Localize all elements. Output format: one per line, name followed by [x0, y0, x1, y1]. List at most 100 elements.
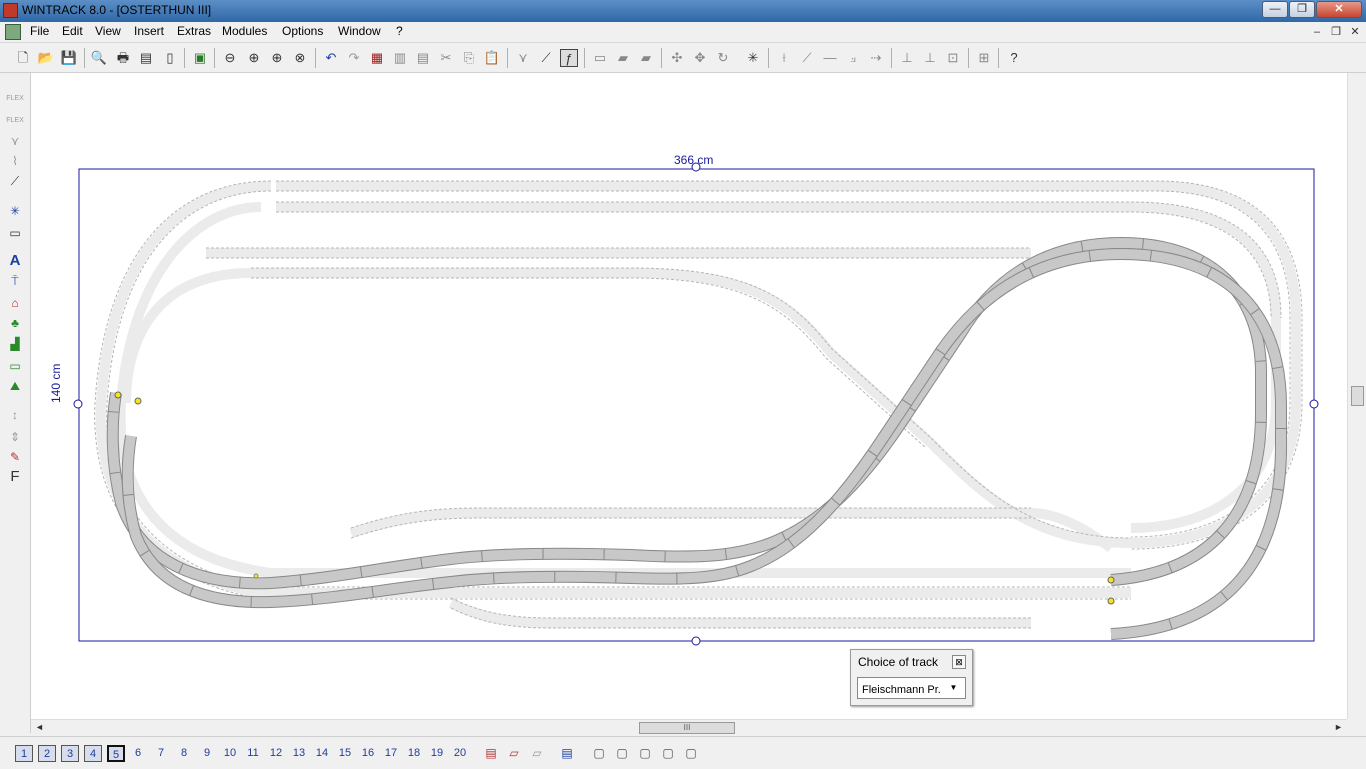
height-icon[interactable]: ↕ — [5, 407, 25, 423]
menu-help[interactable]: ? — [396, 24, 403, 38]
layer-button-16[interactable]: 16 — [359, 745, 377, 762]
zoom-out-icon[interactable]: ⊖ — [221, 49, 239, 67]
layer-button-18[interactable]: 18 — [405, 745, 423, 762]
layer-button-13[interactable]: 13 — [290, 745, 308, 762]
baseboard-handle[interactable] — [691, 636, 701, 646]
layer-icon[interactable]: ▭ — [591, 49, 609, 67]
curve-icon[interactable]: ⟋ — [537, 49, 555, 67]
menu-extras[interactable]: Extras — [177, 24, 211, 38]
layer-button-11[interactable]: 11 — [244, 745, 262, 762]
text-icon[interactable]: A — [5, 253, 25, 269]
layer-edit-icon[interactable]: ▱ — [505, 745, 523, 762]
picture-icon[interactable]: ▣ — [191, 49, 209, 67]
view-1-icon[interactable]: ▢ — [590, 745, 608, 762]
stairs-icon[interactable]: ▟ — [5, 336, 25, 352]
flex-track-icon[interactable]: FLEX — [5, 91, 25, 107]
track-end-marker[interactable] — [114, 391, 122, 399]
layer-button-6[interactable]: 6 — [129, 745, 147, 762]
print-icon[interactable]: 🖶 — [114, 49, 132, 67]
bridge-icon[interactable]: ⌇ — [5, 153, 25, 169]
track-end-marker[interactable] — [1107, 576, 1115, 584]
join-icon[interactable]: ⟋ — [798, 49, 816, 67]
zoom-window-icon[interactable]: ⊕ — [268, 49, 286, 67]
arrow-icon[interactable]: ⇢ — [867, 49, 885, 67]
track-end-marker[interactable] — [134, 397, 142, 405]
flex-track-icon[interactable]: FLEX — [5, 113, 25, 129]
track-end-marker[interactable] — [1107, 597, 1115, 605]
stack-icon[interactable]: ▰ — [614, 49, 632, 67]
horizontal-scrollbar[interactable]: ◄ III ► — [31, 719, 1347, 736]
view-2-icon[interactable]: ▢ — [613, 745, 631, 762]
track-system-select[interactable]: Fleischmann Pr... ▼ — [857, 677, 966, 699]
branch-icon[interactable]: ⟓ — [844, 49, 862, 67]
restore-button[interactable]: ❐ — [1289, 1, 1315, 18]
move-icon[interactable]: ✥ — [691, 49, 709, 67]
layer-button-19[interactable]: 19 — [428, 745, 446, 762]
parts-list-icon[interactable]: ▦ — [368, 49, 386, 67]
vertical-scrollbar[interactable] — [1347, 73, 1366, 719]
layer-button-1[interactable]: 1 — [15, 745, 33, 762]
menu-modules[interactable]: Modules — [222, 24, 267, 38]
menu-file[interactable]: File — [30, 24, 49, 38]
minimize-button[interactable]: — — [1262, 1, 1288, 18]
vertical-scroll-thumb[interactable] — [1351, 386, 1364, 406]
align-icon[interactable]: ⊡ — [944, 49, 962, 67]
paste-page-icon[interactable]: ▤ — [414, 49, 432, 67]
layer-button-14[interactable]: 14 — [313, 745, 331, 762]
baseboard-handle[interactable] — [73, 399, 83, 409]
layer-button-10[interactable]: 10 — [221, 745, 239, 762]
insert-track-icon[interactable]: ✳ — [5, 203, 25, 219]
layer-button-8[interactable]: 8 — [175, 745, 193, 762]
layout-canvas[interactable]: 366 cm 140 cm — [31, 73, 1347, 719]
cut-icon[interactable]: ✂ — [437, 49, 455, 67]
track-tool-icon[interactable]: ⟋ — [5, 173, 25, 189]
menu-edit[interactable]: Edit — [62, 24, 83, 38]
open-folder-icon[interactable]: 📂 — [37, 49, 55, 67]
layer-button-7[interactable]: 7 — [152, 745, 170, 762]
help-icon[interactable]: ? — [1005, 49, 1023, 67]
straight-icon[interactable]: — — [821, 49, 839, 67]
document-icon[interactable] — [5, 24, 21, 40]
menu-insert[interactable]: Insert — [134, 24, 164, 38]
app-icon[interactable] — [3, 3, 18, 18]
undo-icon[interactable]: ↶ — [322, 49, 340, 67]
view-4-icon[interactable]: ▢ — [659, 745, 677, 762]
building-icon[interactable]: ⌂ — [5, 295, 25, 311]
signal-icon[interactable]: ⍑ — [5, 273, 25, 289]
layer-stack-icon[interactable]: ▤ — [558, 745, 576, 762]
layer-button-17[interactable]: 17 — [382, 745, 400, 762]
align-left-icon[interactable]: ⊥ — [898, 49, 916, 67]
scroll-left-arrow[interactable]: ◄ — [35, 722, 44, 732]
dialog-close-button[interactable]: ⊠ — [952, 655, 966, 669]
baseboard-handle[interactable] — [1309, 399, 1319, 409]
flex-track-icon[interactable]: ƒ — [560, 49, 578, 67]
scroll-right-arrow[interactable]: ► — [1334, 722, 1343, 732]
layer-button-5[interactable]: 5 — [107, 745, 125, 762]
copy-page-icon[interactable]: ▥ — [391, 49, 409, 67]
track-switch-icon[interactable]: ⋎ — [514, 49, 532, 67]
align-right-icon[interactable]: ⊥ — [921, 49, 939, 67]
insert-icon[interactable]: ✳ — [744, 49, 762, 67]
layer-button-9[interactable]: 9 — [198, 745, 216, 762]
track-end-marker[interactable] — [253, 573, 259, 579]
new-document-icon[interactable]: 🗋 — [14, 49, 32, 67]
print-preview-icon[interactable]: 🔍 — [90, 49, 108, 67]
copy-icon[interactable]: ⎘ — [460, 49, 478, 67]
rotate-icon[interactable]: ✣ — [668, 49, 686, 67]
menu-options[interactable]: Options — [282, 24, 323, 38]
catenary-icon[interactable]: ✎ — [5, 449, 25, 465]
layer-button-15[interactable]: 15 — [336, 745, 354, 762]
view-5-icon[interactable]: ▢ — [682, 745, 700, 762]
rotate-180-icon[interactable]: ↻ — [714, 49, 732, 67]
page-icon[interactable]: ▯ — [161, 49, 179, 67]
mdi-restore-button[interactable]: ❐ — [1328, 25, 1344, 39]
print-setup-icon[interactable]: ▤ — [137, 49, 155, 67]
height2-icon[interactable]: ⇕ — [5, 429, 25, 445]
layer-button-20[interactable]: 20 — [451, 745, 469, 762]
stack2-icon[interactable]: ▰ — [637, 49, 655, 67]
landscape-icon[interactable]: ▭ — [5, 358, 25, 374]
horizontal-scroll-thumb[interactable]: III — [639, 722, 735, 734]
zoom-fit-icon[interactable]: ⊗ — [291, 49, 309, 67]
grid-icon[interactable]: ⊞ — [975, 49, 993, 67]
layer-button-2[interactable]: 2 — [38, 745, 56, 762]
